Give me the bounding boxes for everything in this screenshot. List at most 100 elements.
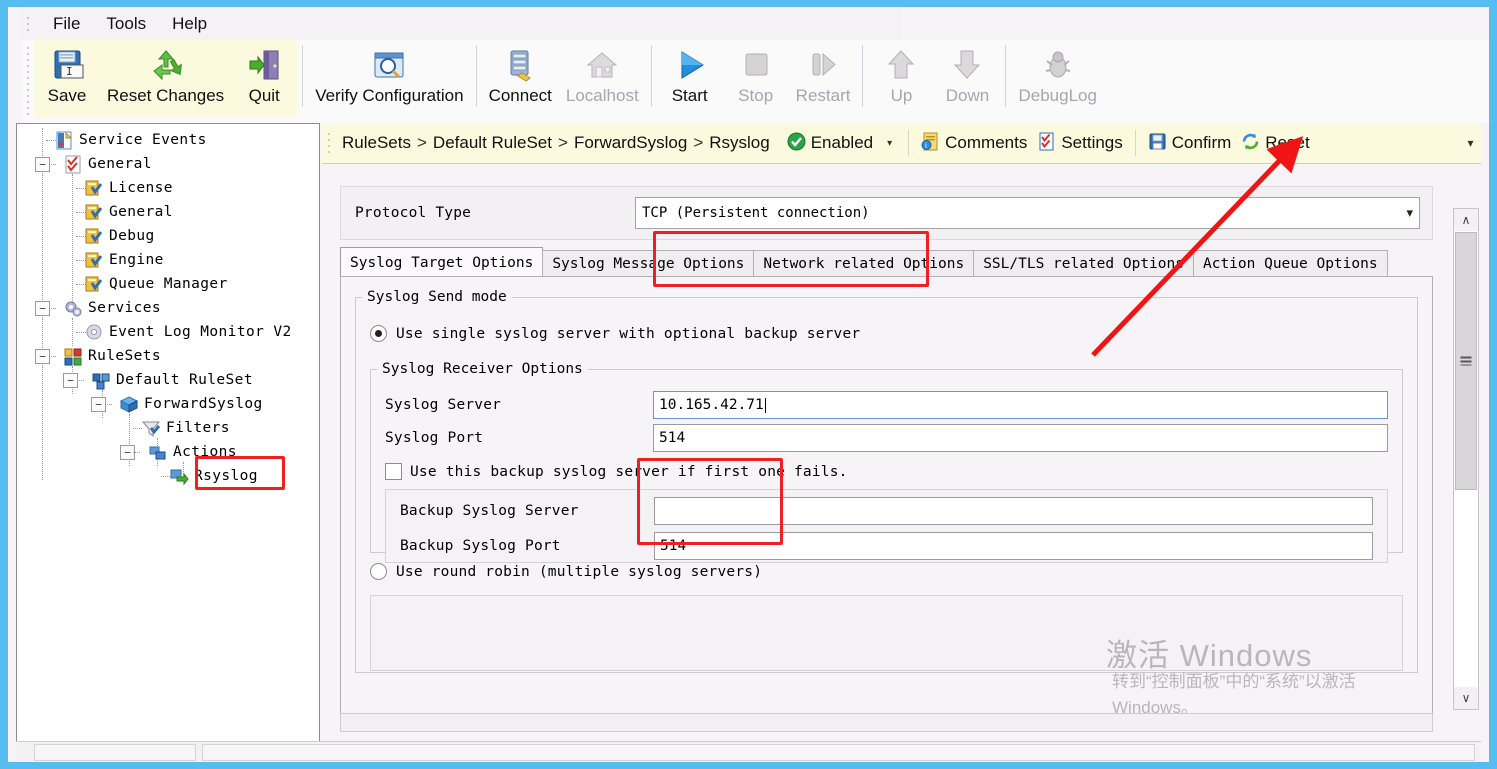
service-events-icon [54, 131, 74, 150]
tree-node-forwardsyslog[interactable]: − ForwardSyslog [21, 392, 319, 416]
breadcrumb-separator-line [1134, 130, 1136, 156]
toolbar-group-verify: Verify Configuration [308, 40, 470, 118]
breadcrumb-default-ruleset[interactable]: Default RuleSet [429, 131, 556, 155]
tree-node-rsyslog[interactable]: Rsyslog [21, 464, 319, 488]
navigation-tree: Service Events − General License General… [17, 124, 319, 755]
play-triangle-icon [670, 44, 710, 86]
menu-tools[interactable]: Tools [93, 11, 159, 37]
settings-button[interactable]: Settings [1032, 130, 1127, 156]
tree-node-license[interactable]: License [21, 176, 319, 200]
radio-use-round-robin[interactable]: Use round robin (multiple syslog servers… [370, 563, 762, 580]
chevron-down-icon[interactable]: ▾ [878, 138, 901, 149]
toolbar-quit-button[interactable]: Quit [231, 40, 297, 116]
toolbar-debuglog-button[interactable]: DebugLog [1011, 40, 1103, 116]
tree-expander-collapse-icon[interactable]: − [63, 372, 78, 388]
toolbar-start-button[interactable]: Start [657, 40, 723, 116]
funnel-icon [141, 419, 161, 438]
status-bar-cell-left [34, 743, 196, 761]
tab-syslog-target-options[interactable]: Syslog Target Options [340, 247, 544, 277]
toolbar-verify-configuration-button[interactable]: Verify Configuration [308, 40, 470, 116]
breadcrumb-rsyslog[interactable]: Rsyslog [705, 131, 773, 155]
syslog-server-input[interactable]: 10.165.42.71 [653, 391, 1388, 419]
tree-node-debug[interactable]: Debug [21, 224, 319, 248]
chevron-down-icon[interactable]: ▾ [1406, 205, 1413, 221]
application-window: File Tools Help I Save Reset Changes Qui… [8, 7, 1489, 762]
backup-syslog-port-input[interactable]: 514 [654, 532, 1373, 560]
tree-node-event-log-monitor-v2[interactable]: Event Log Monitor V2 [21, 320, 319, 344]
tree-node-services[interactable]: − Services [21, 296, 319, 320]
comments-button[interactable]: i Comments [916, 130, 1032, 156]
toolbar-verify-configuration-label: Verify Configuration [315, 86, 464, 105]
scroll-up-arrow-icon[interactable]: ∧ [1454, 209, 1478, 231]
tree-node-rulesets[interactable]: − RuleSets [21, 344, 319, 368]
status-enabled-dropdown[interactable]: Enabled [782, 130, 878, 156]
menu-help[interactable]: Help [159, 11, 220, 37]
backup-syslog-server-input[interactable] [654, 497, 1373, 525]
reset-button[interactable]: Reset [1236, 130, 1314, 156]
actions-icon [148, 443, 168, 462]
tree-node-engine[interactable]: Engine [21, 248, 319, 272]
content-vertical-scrollbar[interactable]: ∧ ∨ [1453, 208, 1479, 710]
content-horizontal-scrollbar[interactable] [340, 713, 1433, 732]
breadcrumb-separator: > [693, 133, 704, 152]
toolbar-up-button[interactable]: Up [868, 40, 934, 116]
checkbox-indicator[interactable] [385, 463, 402, 480]
navigation-tree-panel[interactable]: Service Events − General License General… [16, 123, 320, 756]
toolbar-debuglog-label: DebugLog [1018, 86, 1097, 105]
syslog-port-label: Syslog Port [385, 430, 484, 446]
radio-indicator[interactable] [370, 325, 387, 342]
tree-expander-collapse-icon[interactable]: − [35, 156, 50, 172]
tree-expander-collapse-icon[interactable]: − [91, 396, 106, 412]
status-bar-cell-main [202, 743, 1475, 761]
svg-text:I: I [66, 65, 73, 78]
breadcrumb-rulesets[interactable]: RuleSets [338, 131, 415, 155]
tab-syslog-message-options[interactable]: Syslog Message Options [542, 250, 755, 277]
tab-action-queue-options[interactable]: Action Queue Options [1192, 250, 1388, 277]
checkbox-use-backup-syslog-server[interactable]: Use this backup syslog server if first o… [385, 463, 848, 480]
breadcrumb-forwardsyslog[interactable]: ForwardSyslog [570, 131, 691, 155]
toolbar-reset-changes-button[interactable]: Reset Changes [100, 40, 231, 116]
scrollbar-thumb[interactable] [1455, 232, 1477, 490]
radio-indicator[interactable] [370, 563, 387, 580]
toolbar-gripper-icon[interactable] [24, 43, 34, 118]
toolbar-restart-button[interactable]: Restart [789, 40, 858, 116]
tree-node-label: Services [88, 300, 162, 316]
tree-node-label: RuleSets [88, 348, 162, 364]
toolbar-save-button[interactable]: I Save [34, 40, 100, 116]
detail-pane: RuleSets > Default RuleSet > ForwardSysl… [322, 123, 1481, 740]
tree-node-service-events[interactable]: Service Events [21, 128, 319, 152]
menu-file[interactable]: File [40, 11, 93, 37]
toolbar-connect-button[interactable]: Connect [482, 40, 559, 116]
tree-node-general[interactable]: General [21, 200, 319, 224]
stop-square-icon [736, 44, 776, 86]
tree-expander-collapse-icon[interactable]: − [35, 348, 50, 364]
tree-node-default-ruleset[interactable]: − Default RuleSet [21, 368, 319, 392]
tree-node-filters[interactable]: Filters [21, 416, 319, 440]
overflow-chevron-icon[interactable]: ▾ [1463, 135, 1478, 151]
settings-content: Protocol Type TCP (Persistent connection… [322, 163, 1481, 740]
protocol-type-select[interactable]: TCP (Persistent connection) ▾ [635, 197, 1420, 229]
tree-node-label: ForwardSyslog [144, 396, 263, 412]
tab-ssl-tls-related-options[interactable]: SSL/TLS related Options [973, 250, 1194, 277]
toolbar-localhost-button[interactable]: Localhost [559, 40, 646, 116]
toolbar-quit-label: Quit [248, 86, 280, 105]
settings-page-icon [84, 203, 104, 222]
toolbar-down-button[interactable]: Down [934, 40, 1000, 116]
confirm-button[interactable]: Confirm [1143, 130, 1237, 156]
tree-node-queue-manager[interactable]: Queue Manager [21, 272, 319, 296]
tree-node-label: Queue Manager [109, 276, 228, 292]
breadcrumb-gripper-icon[interactable] [325, 129, 334, 157]
ruleset-cubes-icon [91, 371, 111, 390]
radio-use-single-syslog-server[interactable]: Use single syslog server with optional b… [370, 325, 860, 342]
menu-bar: File Tools Help [22, 7, 902, 40]
scroll-down-arrow-icon[interactable]: ∨ [1454, 687, 1478, 709]
tree-expander-collapse-icon[interactable]: − [35, 300, 50, 316]
gears-icon [63, 299, 83, 318]
tree-node-actions[interactable]: − Actions [21, 440, 319, 464]
menu-gripper-icon[interactable] [24, 12, 34, 35]
tree-node-general-group[interactable]: − General [21, 152, 319, 176]
toolbar-stop-button[interactable]: Stop [723, 40, 789, 116]
tab-network-related-options[interactable]: Network related Options [753, 250, 975, 277]
syslog-port-input[interactable]: 514 [653, 424, 1388, 452]
tree-node-label: General [109, 204, 173, 220]
